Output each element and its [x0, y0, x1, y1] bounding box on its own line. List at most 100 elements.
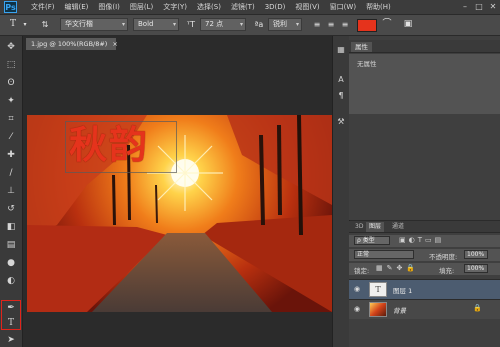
magic-wand-tool-icon[interactable]: ✦	[4, 94, 18, 108]
menu-filter[interactable]: 滤镜(T)	[226, 0, 260, 14]
menu-layer[interactable]: 图层(L)	[125, 0, 158, 14]
menu-list: 文件(F) 编辑(E) 图像(I) 图层(L) 文字(Y) 选择(S) 滤镜(T…	[26, 0, 396, 14]
tab-channels[interactable]: 通道	[389, 222, 407, 232]
photoshop-logo: Ps	[4, 1, 17, 13]
canvas-text[interactable]: 秋韵	[69, 123, 149, 167]
fill-input[interactable]: 100%	[464, 264, 488, 273]
layer-row-background[interactable]: ◉ 背景 🔒	[349, 299, 500, 319]
opacity-input[interactable]: 100%	[464, 250, 488, 259]
crop-tool-icon[interactable]: ⌗	[4, 112, 18, 126]
blend-mode-select[interactable]: 正常	[354, 250, 414, 259]
blur-tool-icon[interactable]: ●	[4, 256, 18, 270]
tools-panel: ✥ ⬚ ʘ ✦ ⌗ ⁄ ✚ / ⊥ ↺ ◧ ▤ ● ◐ ✒ T ➤	[0, 36, 23, 347]
chevron-down-icon: ▾	[121, 21, 125, 28]
layers-tabs: 3D 图层 通道	[349, 221, 500, 233]
align-center-icon[interactable]: ≡	[325, 18, 337, 31]
window-controls: – □ ✕	[458, 0, 500, 14]
text-color-swatch[interactable]	[357, 19, 377, 32]
maximize-button[interactable]: □	[472, 0, 486, 14]
chevron-down-icon[interactable]: ▾	[21, 18, 29, 31]
properties-header: 属性	[349, 40, 500, 53]
warp-text-icon[interactable]: ⌒	[381, 18, 393, 31]
blend-row: 正常 不透明度: 100%	[349, 249, 500, 261]
eye-icon[interactable]: ◉	[354, 285, 360, 293]
lock-label: 锁定:	[354, 267, 370, 275]
lasso-tool-icon[interactable]: ʘ	[4, 76, 18, 90]
minimize-button[interactable]: –	[458, 0, 472, 14]
layer-filter-row: ρ 类型 ▣◐T▭▤	[349, 235, 500, 247]
type-tool-preset-icon[interactable]: T	[6, 18, 20, 31]
healing-brush-tool-icon[interactable]: ✚	[4, 148, 18, 162]
document-tab[interactable]: 1.jpg @ 100%(RGB/8#) ×	[26, 38, 118, 50]
pen-tool-icon[interactable]: ✒	[4, 301, 18, 315]
chevron-down-icon: ▾	[172, 21, 176, 28]
font-family-value: 华文行楷	[65, 20, 93, 28]
move-tool-icon[interactable]: ✥	[4, 40, 18, 54]
align-right-icon[interactable]: ≡	[339, 18, 351, 31]
type-tool-icon[interactable]: T	[4, 316, 18, 330]
text-orientation-icon[interactable]: ⇅	[38, 18, 52, 31]
font-size-select[interactable]: 72 点 ▾	[200, 18, 246, 31]
path-selection-tool-icon[interactable]: ➤	[4, 333, 18, 347]
history-brush-tool-icon[interactable]: ↺	[4, 202, 18, 216]
menu-3d[interactable]: 3D(D)	[260, 0, 291, 14]
dodge-tool-icon[interactable]: ◐	[4, 274, 18, 288]
fill-label: 填充:	[439, 267, 455, 275]
layer-name[interactable]: 背景	[393, 305, 406, 315]
font-style-value: Bold	[138, 20, 154, 28]
no-properties-text: 无属性	[357, 60, 377, 68]
menu-file[interactable]: 文件(F)	[26, 0, 60, 14]
menu-image[interactable]: 图像(I)	[93, 0, 125, 14]
menu-window[interactable]: 窗口(W)	[325, 0, 361, 14]
anti-alias-icon: ªa	[254, 20, 264, 29]
close-icon[interactable]: ×	[112, 40, 117, 48]
align-left-icon[interactable]: ≡	[311, 18, 323, 31]
menu-select[interactable]: 选择(S)	[192, 0, 226, 14]
eraser-tool-icon[interactable]: ◧	[4, 220, 18, 234]
close-button[interactable]: ✕	[486, 0, 500, 14]
menu-help[interactable]: 帮助(H)	[361, 0, 396, 14]
font-size-icon: ᵀT	[187, 20, 195, 29]
layer-row-text[interactable]: ◉ T 图层 1	[349, 279, 500, 299]
clone-stamp-tool-icon[interactable]: ⊥	[4, 184, 18, 198]
lock-icon: 🔒	[473, 304, 482, 312]
options-bar: T ▾ ⇅ 华文行楷 ▾ Bold ▾ ᵀT 72 点 ▾ ªa 锐利 ▾ ≡ …	[0, 14, 500, 36]
tools-settings-icon[interactable]: ⚒	[336, 116, 346, 128]
properties-tab[interactable]: 属性	[351, 42, 372, 52]
character-icon[interactable]: A	[336, 74, 346, 86]
character-panel-icon[interactable]: ▣	[402, 18, 414, 31]
menu-type[interactable]: 文字(Y)	[158, 0, 192, 14]
layer-name[interactable]: 图层 1	[393, 285, 412, 295]
layers-panel: 3D 图层 通道 ρ 类型 ▣◐T▭▤ 正常 不透明度: 100% 锁定: ▦✎…	[349, 221, 500, 347]
chevron-down-icon: ▾	[239, 21, 243, 28]
menu-bar: Ps 文件(F) 编辑(E) 图像(I) 图层(L) 文字(Y) 选择(S) 滤…	[0, 0, 500, 14]
layer-filter-select[interactable]: ρ 类型	[354, 236, 390, 245]
properties-panel: 属性 无属性	[349, 36, 500, 220]
document-tab-label: 1.jpg @ 100%(RGB/8#)	[31, 40, 108, 48]
layer-filter-icons[interactable]: ▣◐T▭▤	[399, 236, 444, 244]
gradient-tool-icon[interactable]: ▤	[4, 238, 18, 252]
anti-alias-select[interactable]: 锐利 ▾	[268, 18, 302, 31]
font-family-select[interactable]: 华文行楷 ▾	[60, 18, 128, 31]
eye-icon[interactable]: ◉	[354, 305, 360, 313]
menu-edit[interactable]: 编辑(E)	[60, 0, 94, 14]
marquee-tool-icon[interactable]: ⬚	[4, 58, 18, 72]
document-canvas[interactable]: 秋韵	[27, 115, 332, 312]
brush-tool-icon[interactable]: /	[4, 166, 18, 180]
opacity-label: 不透明度:	[429, 253, 458, 261]
lock-row: 锁定: ▦✎✥🔒 填充: 100%	[349, 263, 500, 275]
properties-body: 无属性	[349, 54, 500, 114]
tab-3d[interactable]: 3D	[352, 222, 366, 232]
collapsed-panel-strip: ▦ A ¶ ⚒	[332, 36, 350, 347]
chevron-down-icon: ▾	[295, 21, 299, 28]
history-icon[interactable]: ▦	[336, 44, 346, 56]
font-style-select[interactable]: Bold ▾	[133, 18, 179, 31]
font-size-value: 72 点	[205, 20, 224, 28]
layer-thumbnail: T	[369, 282, 387, 297]
paragraph-icon[interactable]: ¶	[336, 90, 346, 102]
eyedropper-tool-icon[interactable]: ⁄	[4, 130, 18, 144]
lock-icons[interactable]: ▦✎✥🔒	[376, 264, 419, 272]
anti-alias-value: 锐利	[273, 20, 287, 28]
tab-layers[interactable]: 图层	[366, 222, 385, 232]
menu-view[interactable]: 视图(V)	[290, 0, 324, 14]
